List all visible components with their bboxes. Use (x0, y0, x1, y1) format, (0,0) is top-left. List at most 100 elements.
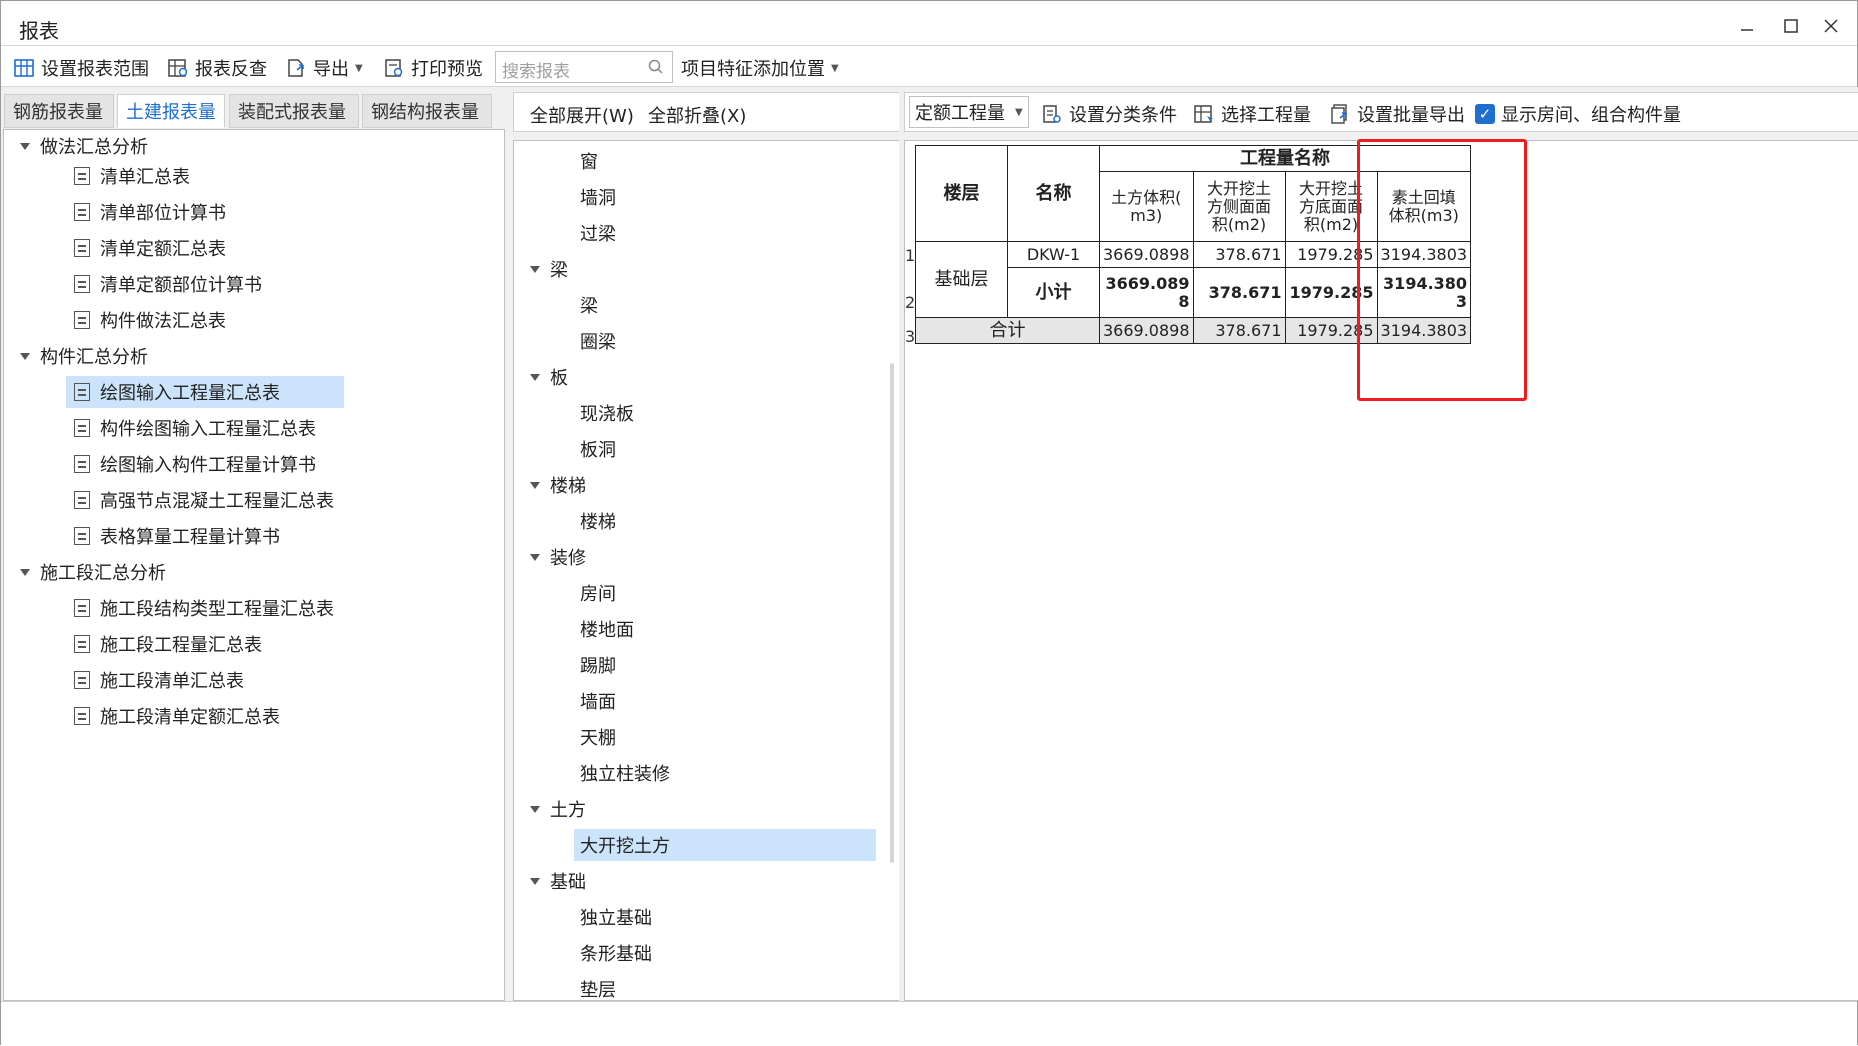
classify-button[interactable]: 设置分类条件 (1041, 101, 1177, 127)
cell-name: 小计 (1007, 267, 1100, 318)
tree-group-component[interactable]: 构件汇总分析 (20, 340, 148, 372)
tree-item[interactable]: 清单定额部位计算书 (74, 268, 262, 300)
document-icon (74, 239, 90, 257)
select-quantity-button[interactable]: 选择工程量 (1193, 101, 1311, 127)
export-button[interactable]: 导出 ▼ (285, 55, 363, 81)
tree-item[interactable]: 表格算量工程量计算书 (74, 520, 280, 552)
table-select-icon (1194, 105, 1214, 123)
header-floor: 楼层 (915, 145, 1008, 242)
reverse-check-button[interactable]: 报表反查 (167, 55, 267, 81)
collapse-arrow-icon[interactable] (530, 805, 540, 813)
tree-leaf[interactable]: 独立基础 (580, 901, 652, 933)
collapse-arrow-icon[interactable] (530, 877, 540, 885)
print-preview-button[interactable]: 打印预览 (383, 55, 483, 81)
main-toolbar: 设置报表范围 报表反查 导出 ▼ 打印预览 搜索报表 项目特征添加位置 ▼ (1, 45, 1857, 87)
tree-leaf[interactable]: 垫层 (580, 973, 616, 1000)
collapse-arrow-icon[interactable] (20, 352, 30, 360)
tree-leaf[interactable]: 天棚 (580, 721, 616, 753)
tree-item[interactable]: 施工段清单汇总表 (74, 664, 244, 696)
document-icon (74, 635, 90, 653)
tree-item[interactable]: 施工段结构类型工程量汇总表 (74, 592, 334, 624)
highlight-annotation-box (1357, 139, 1527, 401)
collapse-arrow-icon[interactable] (20, 142, 30, 150)
row-number: 3 (905, 327, 916, 346)
tree-group-foundation[interactable]: 基础 (530, 865, 586, 897)
report-toolbar: 定额工程量 ▼ 设置分类条件 选择工程量 设置批量导出 ✓ 显示房间、组合构件量 (904, 92, 1858, 132)
batch-export-button[interactable]: 设置批量导出 (1329, 101, 1465, 127)
tree-group-stage[interactable]: 施工段汇总分析 (20, 556, 166, 588)
export-label: 导出 (313, 59, 349, 80)
tree-group-decoration[interactable]: 装修 (530, 541, 586, 573)
close-icon[interactable] (1811, 11, 1851, 41)
document-icon (74, 275, 90, 293)
tree-leaf[interactable]: 楼梯 (580, 505, 616, 537)
tree-leaf[interactable]: 板洞 (580, 433, 616, 465)
tree-leaf[interactable]: 楼地面 (580, 613, 634, 645)
tree-group-method[interactable]: 做法汇总分析 (20, 130, 148, 162)
tree-group-slab[interactable]: 板 (530, 361, 568, 393)
checkbox-checked-icon[interactable]: ✓ (1475, 104, 1495, 124)
tree-item-selected[interactable]: 绘图输入工程量汇总表 (66, 376, 344, 408)
cell-value: 3669.0898 (1099, 241, 1194, 268)
tree-item[interactable]: 清单部位计算书 (74, 196, 226, 228)
tree-item[interactable]: 清单汇总表 (74, 160, 190, 192)
chevron-down-icon: ▼ (831, 62, 839, 74)
tree-leaf[interactable]: 窗 (580, 145, 598, 177)
tree-leaf[interactable]: 过梁 (580, 217, 616, 249)
report-window: 报表 设置报表范围 报表反查 导出 ▼ 打印预览 搜索报表 项目特征添加位置 ▼ (0, 0, 1858, 1046)
tree-leaf-selected[interactable]: 大开挖土方 (574, 829, 876, 861)
tab-rebar[interactable]: 钢筋报表量 (4, 94, 114, 128)
tab-steel[interactable]: 钢结构报表量 (362, 94, 492, 128)
search-icon[interactable] (648, 59, 664, 75)
collapse-arrow-icon[interactable] (530, 553, 540, 561)
tree-group-beam[interactable]: 梁 (530, 253, 568, 285)
show-room-checkbox[interactable]: ✓ 显示房间、组合构件量 (1475, 101, 1681, 127)
chevron-down-icon: ▼ (355, 62, 363, 74)
tree-leaf[interactable]: 条形基础 (580, 937, 652, 969)
window-title: 报表 (19, 19, 59, 43)
tab-prefab[interactable]: 装配式报表量 (229, 94, 359, 128)
collapse-arrow-icon[interactable] (20, 568, 30, 576)
cell-value: 378.671 (1192, 241, 1286, 268)
tree-leaf[interactable]: 墙洞 (580, 181, 616, 213)
collapse-arrow-icon[interactable] (530, 481, 540, 489)
tree-item[interactable]: 施工段清单定额汇总表 (74, 700, 280, 732)
collapse-arrow-icon[interactable] (530, 265, 540, 273)
tree-item[interactable]: 清单定额汇总表 (74, 232, 226, 264)
quota-dropdown[interactable]: 定额工程量 ▼ (909, 96, 1029, 128)
maximize-icon[interactable] (1771, 11, 1811, 41)
tree-leaf[interactable]: 踢脚 (580, 649, 616, 681)
document-icon (74, 599, 90, 617)
tree-leaf[interactable]: 现浇板 (580, 397, 634, 429)
tree-leaf[interactable]: 圈梁 (580, 325, 616, 357)
tree-item[interactable]: 绘图输入构件工程量计算书 (74, 448, 316, 480)
tree-group-earthwork[interactable]: 土方 (530, 793, 586, 825)
search-input[interactable]: 搜索报表 (495, 51, 673, 83)
tree-group-stair[interactable]: 楼梯 (530, 469, 586, 501)
tree-item[interactable]: 构件绘图输入工程量汇总表 (74, 412, 316, 444)
tree-item[interactable]: 高强节点混凝土工程量汇总表 (74, 484, 334, 516)
vertical-scrollbar[interactable] (890, 363, 894, 863)
tab-civil[interactable]: 土建报表量 (117, 94, 225, 128)
tree-leaf[interactable]: 墙面 (580, 685, 616, 717)
tree-item[interactable]: 施工段工程量汇总表 (74, 628, 262, 660)
tree-leaf[interactable]: 房间 (580, 577, 616, 609)
set-range-button[interactable]: 设置报表范围 (13, 55, 149, 81)
report-tree: 做法汇总分析 清单汇总表 清单部位计算书 清单定额汇总表 清单定额部位计算书 构… (3, 129, 505, 1001)
minimize-icon[interactable] (1727, 11, 1767, 41)
tree-leaf[interactable]: 独立柱装修 (580, 757, 670, 789)
document-icon (74, 311, 90, 329)
tree-item[interactable]: 构件做法汇总表 (74, 304, 226, 336)
cell-value: 378.671 (1192, 317, 1286, 344)
expand-all-button[interactable]: 全部展开(W) (530, 102, 634, 128)
expand-collapse-bar: 全部展开(W) 全部折叠(X) (513, 92, 901, 132)
collapse-all-button[interactable]: 全部折叠(X) (648, 102, 746, 128)
document-icon (74, 671, 90, 689)
select-quantity-label: 选择工程量 (1221, 105, 1311, 126)
feature-position-dropdown[interactable]: 项目特征添加位置 ▼ (681, 55, 839, 81)
collapse-arrow-icon[interactable] (530, 373, 540, 381)
tree-leaf[interactable]: 梁 (580, 289, 598, 321)
component-panel: 全部展开(W) 全部折叠(X) 窗 墙洞 过梁 梁 梁 圈梁 板 现浇板 板洞 … (508, 87, 901, 1001)
search-placeholder: 搜索报表 (502, 62, 570, 82)
cell-value: 3669.0898 (1099, 317, 1194, 344)
